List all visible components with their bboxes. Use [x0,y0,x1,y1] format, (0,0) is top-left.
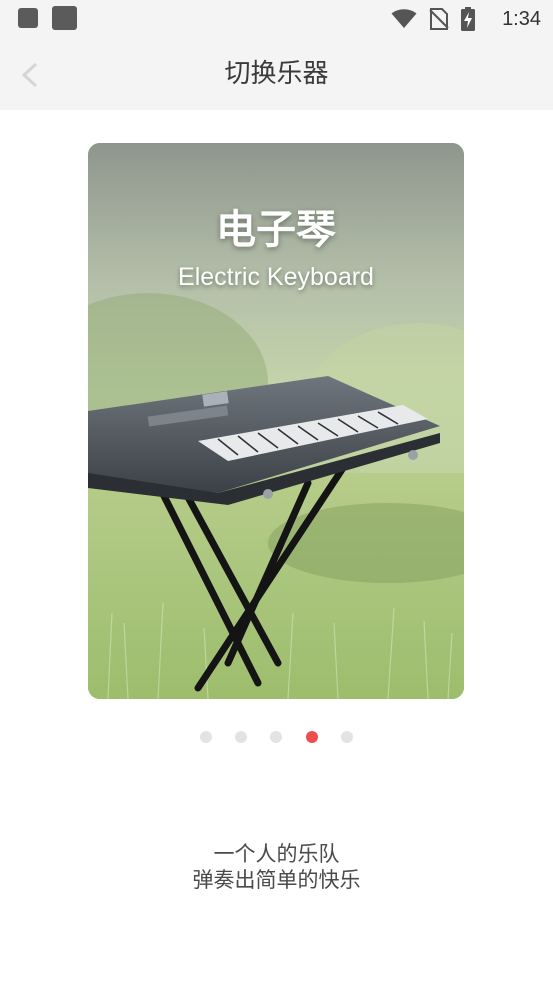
status-icons [391,7,475,31]
app-notification-icon [18,8,38,28]
app-notification-icon [52,6,77,30]
pager-dot[interactable] [270,731,282,743]
screen: 1:34 切换乐器 电子琴 Electric Keyboard 一个人的乐队 弹… [0,0,553,983]
status-time: 1:34 [502,8,541,30]
no-sim-icon [429,8,449,30]
header: 切换乐器 [0,38,553,110]
carousel-pager [200,731,360,745]
caption-line-2: 弹奏出简单的快乐 [192,868,361,892]
instrument-card[interactable]: 电子琴 Electric Keyboard [88,143,464,699]
page-title: 切换乐器 [224,59,329,89]
wifi-icon [391,9,417,28]
pager-dot-active[interactable] [306,731,318,743]
instrument-name-cn: 电子琴 [216,207,336,253]
instrument-name-en: Electric Keyboard [178,263,374,291]
pager-dot[interactable] [235,731,247,743]
pager-dot[interactable] [200,731,212,743]
status-bar: 1:34 [0,0,553,38]
pager-dot[interactable] [341,731,353,743]
battery-charging-icon [461,7,475,31]
